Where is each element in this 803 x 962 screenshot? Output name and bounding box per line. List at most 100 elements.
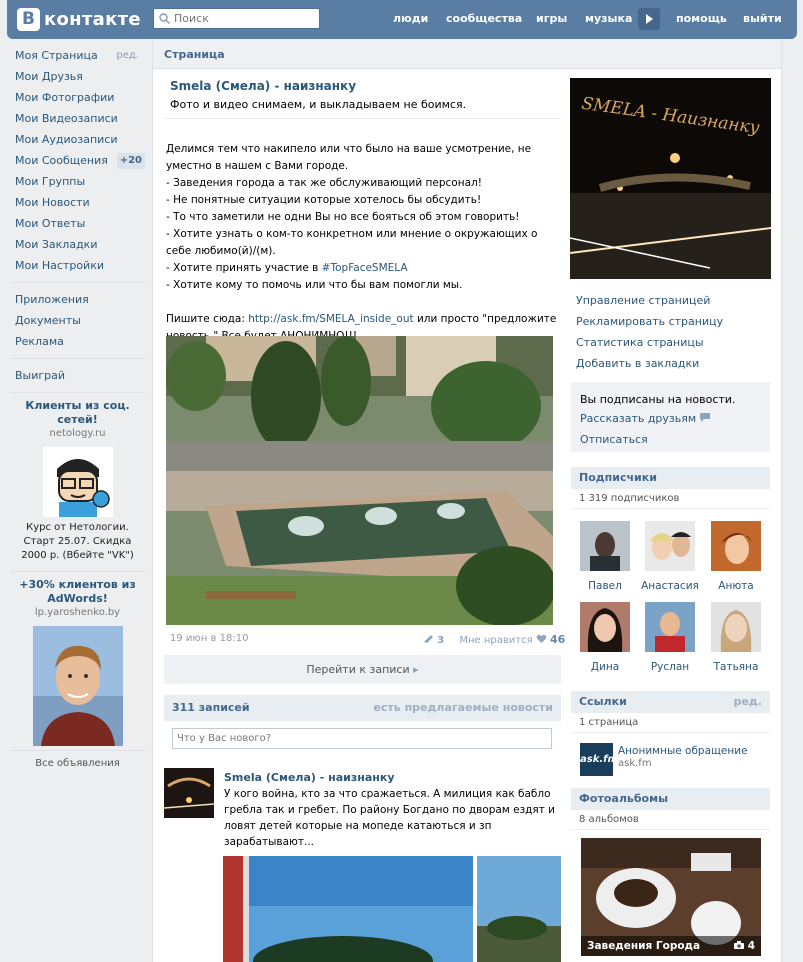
post-photo[interactable] — [477, 856, 561, 962]
group-cover-photo[interactable]: SMELA - Наизнанку — [570, 78, 771, 279]
nav-communities[interactable]: сообщества — [446, 12, 522, 25]
subscriber-name[interactable]: Татьяна — [705, 661, 767, 673]
manage-page-link[interactable]: Управление страницей — [576, 290, 723, 311]
subscriber-card[interactable]: Анастасия — [639, 521, 701, 592]
subscriber-card[interactable]: Татьяна — [705, 602, 767, 673]
albums-header[interactable]: Фотоальбомы — [571, 788, 770, 810]
add-bookmark-link[interactable]: Добавить в закладки — [576, 353, 723, 374]
page-stats-link[interactable]: Статистика страницы — [576, 332, 723, 353]
description-text: Пишите сюда: — [166, 313, 249, 325]
subscribers-count[interactable]: 1 319 подписчиков — [571, 489, 770, 509]
subscriber-name[interactable]: Павел — [574, 580, 636, 592]
subscriber-name[interactable]: Анюта — [705, 580, 767, 592]
search-icon — [159, 13, 170, 24]
nav-music[interactable]: музыка — [585, 12, 632, 25]
menu-ads[interactable]: Реклама — [10, 331, 145, 352]
subscriber-card[interactable]: Руслан — [639, 602, 701, 673]
menu-videos[interactable]: Мои Видеозаписи — [10, 108, 145, 129]
links-edit-link[interactable]: ред. — [734, 691, 762, 713]
subscriber-photo[interactable] — [645, 521, 695, 571]
subscribers-header[interactable]: Подписчики — [571, 467, 770, 489]
tell-friends-link[interactable]: Рассказать друзьям — [580, 409, 761, 428]
menu-bookmarks[interactable]: Мои Закладки — [10, 234, 145, 255]
menu-win[interactable]: Выиграй — [10, 365, 145, 386]
ad-adwords[interactable]: +30% клиентов из AdWords! lp.yaroshenko.… — [10, 578, 145, 746]
music-play-icon[interactable] — [638, 8, 660, 30]
ad-netology[interactable]: Клиенты из соц. сетей! netology.ru Курс … — [10, 399, 145, 563]
menu-friends[interactable]: Мои Друзья — [10, 66, 145, 87]
menu-my-page[interactable]: Моя Страница ред. — [10, 45, 145, 66]
subscriber-name[interactable]: Анастасия — [639, 580, 701, 592]
menu-label[interactable]: Мои Сообщения — [15, 154, 108, 167]
tell-friends-label: Рассказать друзьям — [580, 412, 697, 425]
askfm-logo[interactable]: ask.fm — [580, 743, 618, 776]
hashtag-link[interactable]: #TopFaceSMELA — [322, 262, 408, 274]
divider — [164, 118, 561, 119]
description-text: - Хотите принять участие в — [166, 262, 322, 274]
menu-photos[interactable]: Мои Фотографии — [10, 87, 145, 108]
subscriber-card[interactable]: Анюта — [705, 521, 767, 592]
search-box[interactable] — [153, 8, 320, 29]
post-photo[interactable] — [166, 336, 553, 625]
post-author[interactable]: Smela (Смела) - наизнанку — [224, 771, 395, 784]
subscriber-photo[interactable] — [645, 602, 695, 652]
menu-apps[interactable]: Приложения — [10, 289, 145, 310]
main-content: Страница Smela (Смела) - наизнанку Фото … — [152, 40, 782, 962]
subscriber-photo[interactable] — [580, 602, 630, 652]
new-post-input[interactable]: Что у Вас нового? — [172, 728, 552, 749]
ad-title[interactable]: +30% клиентов из AdWords! — [10, 578, 145, 606]
menu-divider — [10, 358, 145, 359]
menu-groups[interactable]: Мои Группы — [10, 171, 145, 192]
nav-logout[interactable]: выйти — [743, 12, 782, 25]
ad-text: Курс от Нетологии. Старт 25.07. Скидка 2… — [21, 522, 134, 561]
post-date[interactable]: 19 июн в 18:10 — [170, 633, 248, 644]
subscriber-name[interactable]: Дина — [574, 661, 636, 673]
goto-post-button[interactable]: Перейти к записи ▸ — [164, 655, 561, 684]
ad-domain: lp.yaroshenko.by — [34, 607, 121, 618]
menu-messages[interactable]: Мои Сообщения +20 — [10, 150, 145, 171]
subscriber-card[interactable]: Павел — [574, 521, 636, 592]
subscriber-photo[interactable] — [580, 521, 630, 571]
wall-count[interactable]: 311 записей — [172, 701, 250, 714]
ad-portrait-image[interactable] — [32, 626, 123, 746]
subscriber-name[interactable]: Руслан — [639, 661, 701, 673]
nav-people[interactable]: люди — [393, 12, 428, 25]
link-title[interactable]: Анонимные обращение — [618, 745, 778, 757]
advertise-page-link[interactable]: Рекламировать страницу — [576, 311, 723, 332]
group-avatar[interactable] — [164, 768, 214, 818]
like-label[interactable]: Мне нравится — [459, 635, 532, 646]
heart-icon[interactable] — [536, 634, 547, 644]
subscriber-photo[interactable] — [711, 521, 761, 571]
subscriber-photo[interactable] — [711, 602, 761, 652]
unsubscribe-link[interactable]: Отписаться — [580, 430, 761, 449]
menu-docs[interactable]: Документы — [10, 310, 145, 331]
nav-help[interactable]: помощь — [676, 12, 727, 25]
subscriber-card[interactable]: Дина — [574, 602, 636, 673]
ad-domain: netology.ru — [49, 428, 106, 439]
menu-answers[interactable]: Мои Ответы — [10, 213, 145, 234]
repost-icon[interactable] — [423, 634, 434, 644]
page-actions: Управление страницей Рекламировать стран… — [576, 290, 723, 374]
group-status: Фото и видео снимаем, и выкладываем не б… — [170, 98, 467, 111]
ad-title[interactable]: Клиенты из соц. сетей! — [10, 399, 145, 427]
search-input[interactable] — [174, 12, 314, 25]
post-photo[interactable] — [223, 856, 473, 962]
group-title[interactable]: Smela (Смела) - наизнанку — [170, 79, 356, 93]
ad-cartoon-image[interactable] — [42, 447, 113, 517]
album-cover[interactable]: Заведения Города 4 — [581, 838, 761, 956]
all-ads-link[interactable]: Все объявления — [10, 757, 145, 771]
albums-count[interactable]: 8 альбомов — [571, 810, 770, 830]
vk-logo[interactable]: В контакте — [17, 7, 141, 31]
suggested-news-link[interactable]: есть предлагаемые новости — [373, 695, 553, 721]
messages-badge: +20 — [116, 153, 145, 169]
nav-games[interactable]: игры — [536, 12, 567, 25]
subscription-box: Вы подписаны на новости. Рассказать друз… — [571, 382, 770, 452]
menu-news[interactable]: Мои Новости — [10, 192, 145, 213]
edit-link[interactable]: ред. — [116, 45, 139, 66]
menu-label[interactable]: Моя Страница — [15, 49, 98, 62]
menu-audio[interactable]: Мои Аудиозаписи — [10, 129, 145, 150]
menu-settings[interactable]: Мои Настройки — [10, 255, 145, 276]
askfm-link[interactable]: http://ask.fm/SMELA_inside_out — [248, 313, 413, 325]
links-title[interactable]: Ссылки — [579, 695, 627, 708]
menu-divider — [10, 282, 145, 283]
